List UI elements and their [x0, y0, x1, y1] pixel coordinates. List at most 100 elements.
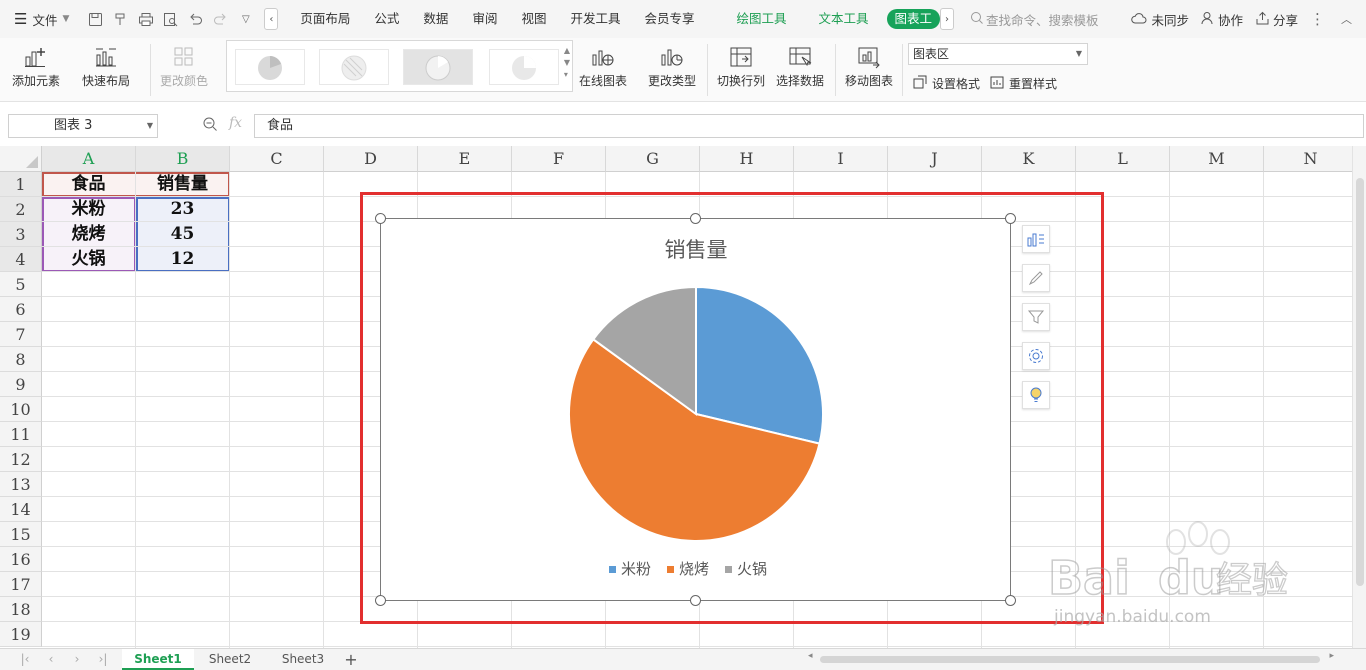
sheet-tab-sheet3[interactable]: Sheet3	[268, 649, 338, 670]
row-header-15[interactable]: 15	[0, 522, 42, 547]
row-header-18[interactable]: 18	[0, 597, 42, 622]
column-header-e[interactable]: E	[418, 146, 512, 172]
horizontal-scrollbar[interactable]: ◂ ▸	[806, 651, 1336, 666]
column-header-a[interactable]: A	[42, 146, 136, 172]
tab-review[interactable]: 审阅	[460, 0, 509, 38]
row-header-19[interactable]: 19	[0, 622, 42, 647]
first-sheet-icon[interactable]: |‹	[12, 652, 38, 666]
add-sheet-icon[interactable]: +	[340, 649, 362, 670]
select-all-corner[interactable]	[0, 146, 42, 172]
column-header-k[interactable]: K	[982, 146, 1076, 172]
scroll-tabs-left-icon[interactable]: ‹	[264, 8, 279, 30]
chart-element-select[interactable]: 图表区 ▼	[908, 43, 1088, 65]
change-type-button[interactable]: 更改类型	[648, 42, 696, 89]
column-header-f[interactable]: F	[512, 146, 606, 172]
name-box[interactable]: 图表 3 ▼	[8, 114, 158, 138]
format-painter-icon[interactable]	[108, 7, 133, 31]
formula-input[interactable]: 食品	[254, 114, 1364, 138]
fx-icon[interactable]: fx	[229, 115, 242, 131]
share-button[interactable]: 分享	[1255, 10, 1298, 29]
row-header-17[interactable]: 17	[0, 572, 42, 597]
cell-a1[interactable]: 食品	[42, 172, 136, 197]
row-header-14[interactable]: 14	[0, 497, 42, 522]
scroll-tabs-right-icon[interactable]: ›	[940, 8, 955, 30]
tab-member[interactable]: 会员专享	[632, 0, 706, 38]
cell-a3[interactable]: 烧烤	[42, 222, 136, 247]
chart-elements-icon[interactable]	[1022, 225, 1050, 253]
row-header-10[interactable]: 10	[0, 397, 42, 422]
print-icon[interactable]	[133, 7, 158, 31]
row-header-8[interactable]: 8	[0, 347, 42, 372]
row-header-2[interactable]: 2	[0, 197, 42, 222]
column-header-n[interactable]: N	[1264, 146, 1352, 172]
vertical-scrollbar[interactable]	[1352, 146, 1366, 648]
zoom-icon[interactable]	[202, 116, 218, 135]
chart-settings-icon[interactable]	[1022, 342, 1050, 370]
row-header-16[interactable]: 16	[0, 547, 42, 572]
row-header-3[interactable]: 3	[0, 222, 42, 247]
tab-formulas[interactable]: 公式	[362, 0, 411, 38]
resize-handle-n[interactable]	[690, 213, 701, 224]
cell-b1[interactable]: 销售量	[136, 172, 230, 197]
tab-developer[interactable]: 开发工具	[558, 0, 632, 38]
chart-tips-icon[interactable]	[1022, 381, 1050, 409]
file-menu[interactable]: ☰ 文件 ▼	[14, 10, 69, 29]
tab-data[interactable]: 数据	[411, 0, 460, 38]
resize-handle-nw[interactable]	[375, 213, 386, 224]
change-color-button[interactable]: 更改颜色	[160, 42, 208, 89]
collaborate-button[interactable]: 协作	[1201, 10, 1243, 29]
resize-handle-ne[interactable]	[1005, 213, 1016, 224]
column-header-j[interactable]: J	[888, 146, 982, 172]
chart-filter-icon[interactable]	[1022, 303, 1050, 331]
resize-handle-sw[interactable]	[375, 595, 386, 606]
select-data-button[interactable]: 选择数据	[776, 42, 824, 89]
pie-chart[interactable]: 销售量 米粉 烧烤 火锅	[380, 218, 1011, 601]
tab-page-layout[interactable]: 页面布局	[288, 0, 362, 38]
quick-layout-button[interactable]: 快速布局	[82, 42, 130, 89]
row-header-5[interactable]: 5	[0, 272, 42, 297]
row-header-11[interactable]: 11	[0, 422, 42, 447]
last-sheet-icon[interactable]: ›|	[90, 652, 116, 666]
row-header-7[interactable]: 7	[0, 322, 42, 347]
resize-handle-se[interactable]	[1005, 595, 1016, 606]
column-header-d[interactable]: D	[324, 146, 418, 172]
undo-icon[interactable]	[183, 7, 208, 31]
print-preview-icon[interactable]	[158, 7, 183, 31]
vertical-scroll-thumb[interactable]	[1356, 178, 1364, 586]
chart-style-thumb-1[interactable]	[235, 49, 305, 85]
cell-b3[interactable]: 45	[136, 222, 230, 247]
chart-style-thumb-3[interactable]	[403, 49, 473, 85]
cell-a4[interactable]: 火锅	[42, 247, 136, 272]
cell-b4[interactable]: 12	[136, 247, 230, 272]
command-search[interactable]: 查找命令、搜索模板	[970, 10, 1099, 29]
sheet-tab-sheet2[interactable]: Sheet2	[196, 649, 264, 670]
prev-sheet-icon[interactable]: ‹	[38, 652, 64, 666]
chart-title[interactable]: 销售量	[665, 238, 728, 262]
chart-style-icon[interactable]	[1022, 264, 1050, 292]
row-header-4[interactable]: 4	[0, 247, 42, 272]
reset-style-button[interactable]: 重置样式	[989, 74, 1057, 93]
column-header-c[interactable]: C	[230, 146, 324, 172]
row-header-12[interactable]: 12	[0, 447, 42, 472]
move-chart-button[interactable]: 移动图表	[845, 42, 893, 89]
column-header-g[interactable]: G	[606, 146, 700, 172]
row-header-13[interactable]: 13	[0, 472, 42, 497]
next-sheet-icon[interactable]: ›	[64, 652, 90, 666]
scroll-right-icon[interactable]: ▸	[1329, 651, 1334, 661]
collapse-ribbon-icon[interactable]: ︿	[1341, 11, 1352, 27]
add-element-button[interactable]: 添加元素	[12, 42, 60, 89]
set-format-button[interactable]: 设置格式	[912, 74, 980, 93]
chart-legend[interactable]: 米粉 烧烤 火锅	[609, 560, 767, 578]
horizontal-scroll-thumb[interactable]	[820, 656, 1320, 663]
resize-handle-s[interactable]	[690, 595, 701, 606]
save-icon[interactable]	[83, 7, 108, 31]
row-header-1[interactable]: 1	[0, 172, 42, 197]
switch-rowcol-button[interactable]: 切换行列	[717, 42, 765, 89]
column-header-i[interactable]: I	[794, 146, 888, 172]
tab-drawing-tools[interactable]: 绘图工具	[725, 0, 799, 38]
tab-view[interactable]: 视图	[509, 0, 558, 38]
column-header-m[interactable]: M	[1170, 146, 1264, 172]
column-header-l[interactable]: L	[1076, 146, 1170, 172]
gallery-scroll-icon[interactable]: ▲ ▼ ▾	[564, 45, 570, 81]
chart-style-thumb-4[interactable]	[489, 49, 559, 85]
